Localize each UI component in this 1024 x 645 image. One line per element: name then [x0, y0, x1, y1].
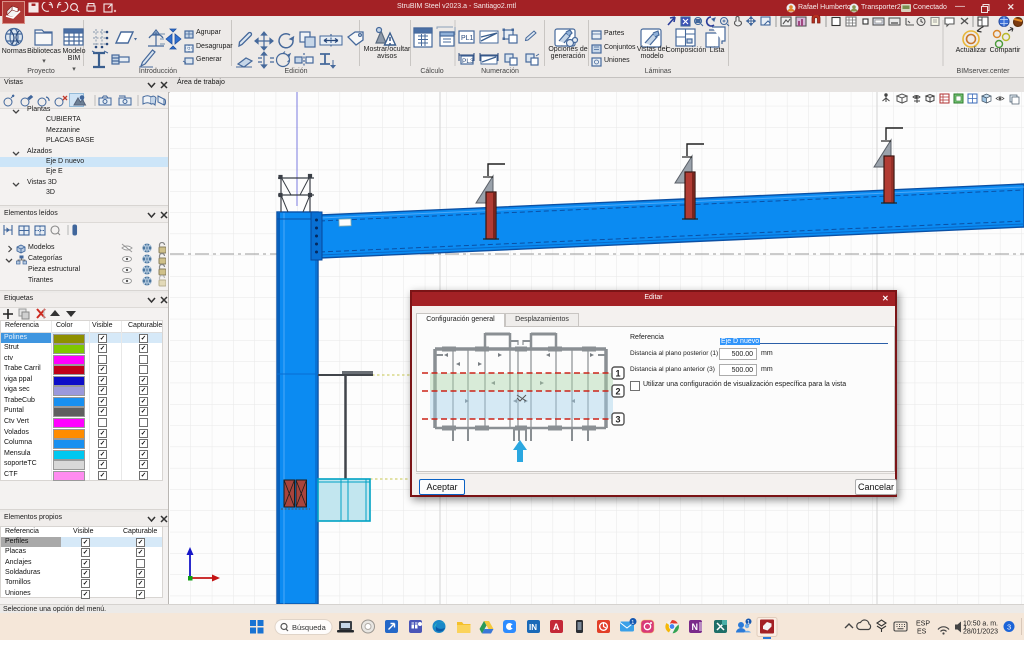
- svg-text:ES: ES: [917, 629, 927, 636]
- svg-text:1: 1: [631, 620, 634, 626]
- svg-text:1: 1: [747, 620, 750, 626]
- svg-text:IN: IN: [529, 623, 537, 632]
- svg-text:2: 2: [616, 387, 621, 397]
- svg-text:ESP: ESP: [916, 621, 930, 628]
- svg-text:28/01/2023: 28/01/2023: [963, 629, 998, 636]
- svg-text:N: N: [692, 622, 699, 632]
- svg-text:10:50 a. m.: 10:50 a. m.: [963, 621, 998, 628]
- svg-text:A: A: [553, 622, 560, 632]
- svg-text:3: 3: [616, 415, 621, 425]
- svg-text:PL3: PL3: [462, 58, 474, 65]
- svg-text:3: 3: [1007, 623, 1011, 632]
- svg-text:Búsqueda: Búsqueda: [292, 623, 327, 632]
- svg-text:PL1: PL1: [461, 35, 474, 42]
- svg-text:1: 1: [616, 369, 621, 379]
